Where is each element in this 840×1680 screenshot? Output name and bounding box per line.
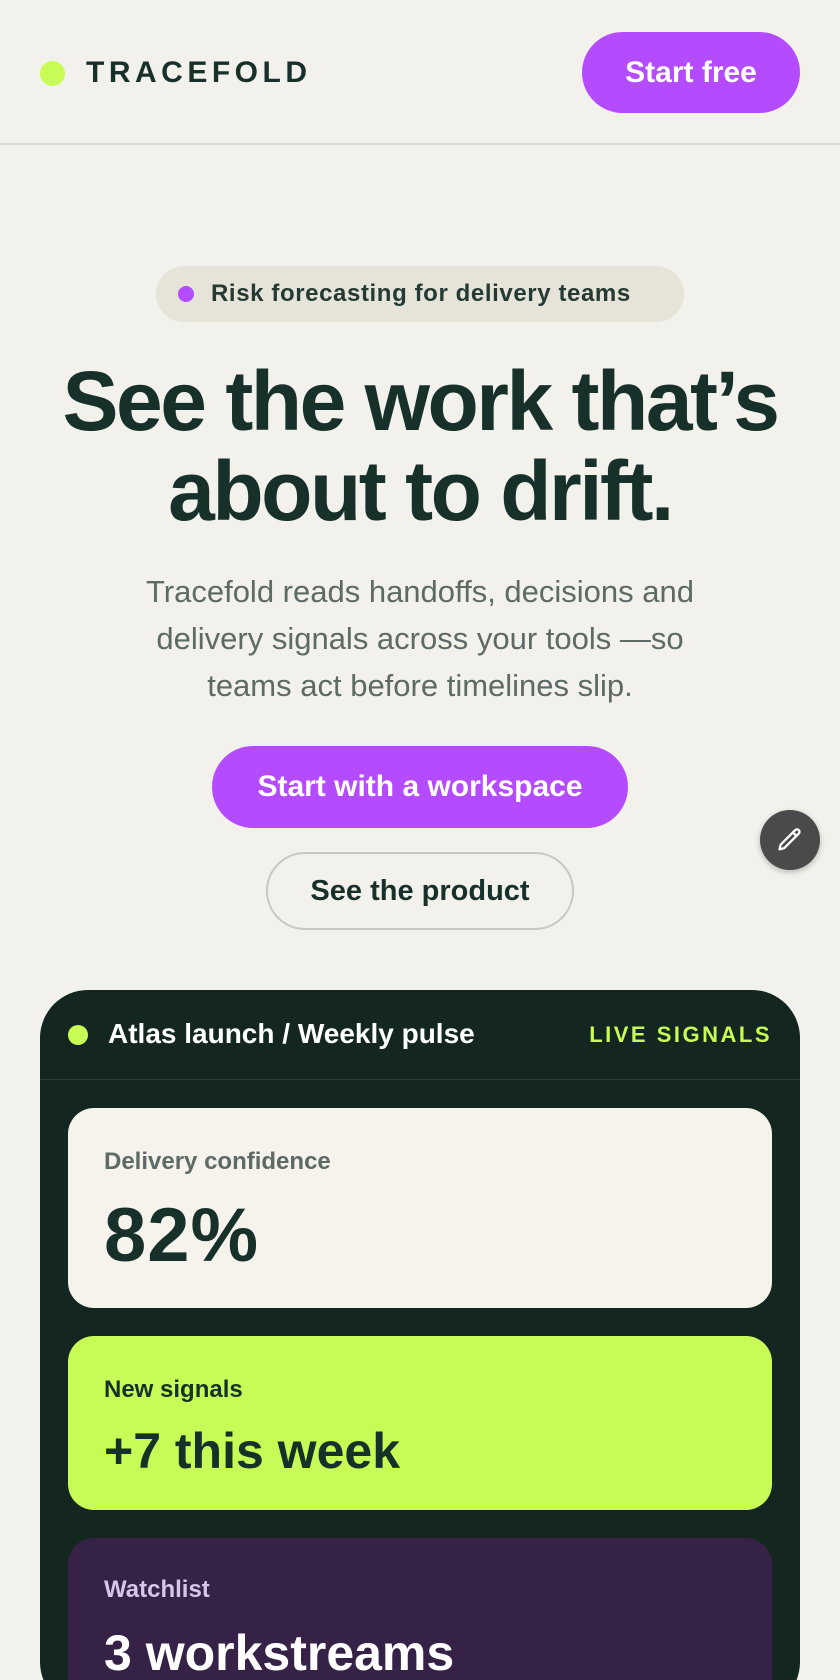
status-dot-icon	[68, 1025, 88, 1045]
start-workspace-button[interactable]: Start with a workspace	[212, 746, 628, 828]
dashboard-title: Atlas launch / Weekly pulse	[108, 1018, 475, 1049]
landing-page: TRACEFOLD Start free Risk forecasting fo…	[0, 0, 840, 1680]
brand-dot-icon	[40, 60, 65, 86]
hero-headline: See the work that’s about to drift.	[0, 356, 840, 536]
badge-dot-icon	[178, 286, 194, 302]
edit-button[interactable]	[760, 810, 820, 870]
tile-value: 82%	[104, 1193, 260, 1278]
brand-logo[interactable]: TRACEFOLD	[40, 56, 311, 90]
dashboard-preview-card: Atlas launch / Weekly pulse LIVE SIGNALS…	[40, 990, 800, 1680]
live-signals-badge: LIVE SIGNALS	[589, 1022, 772, 1047]
tile-label: Watchlist	[104, 1576, 210, 1603]
tile-label: Delivery confidence	[104, 1148, 331, 1175]
headline-line-1: See the work that’s	[62, 354, 780, 448]
hero-subcopy: Tracefold reads handoffs, decisions and …	[145, 574, 694, 703]
eyebrow-text: Risk forecasting for delivery teams	[211, 280, 631, 307]
site-header: TRACEFOLD Start free	[0, 0, 840, 145]
start-free-button[interactable]: Start free	[582, 32, 800, 113]
pencil-icon	[778, 828, 801, 851]
watchlist-tile: Watchlist 3 workstreams	[68, 1538, 772, 1680]
delivery-confidence-tile: Delivery confidence 82%	[68, 1108, 772, 1308]
tile-value: +7 this week	[104, 1423, 400, 1479]
see-product-button[interactable]: See the product	[266, 852, 574, 930]
dashboard-header: Atlas launch / Weekly pulse LIVE SIGNALS	[40, 990, 800, 1080]
brand-name: TRACEFOLD	[86, 56, 312, 89]
tile-label: New signals	[104, 1376, 243, 1403]
tile-value: 3 workstreams	[104, 1625, 455, 1680]
headline-line-2: about to drift.	[168, 444, 674, 538]
eyebrow-badge: Risk forecasting for delivery teams	[156, 266, 684, 322]
new-signals-tile: New signals +7 this week	[68, 1336, 772, 1510]
